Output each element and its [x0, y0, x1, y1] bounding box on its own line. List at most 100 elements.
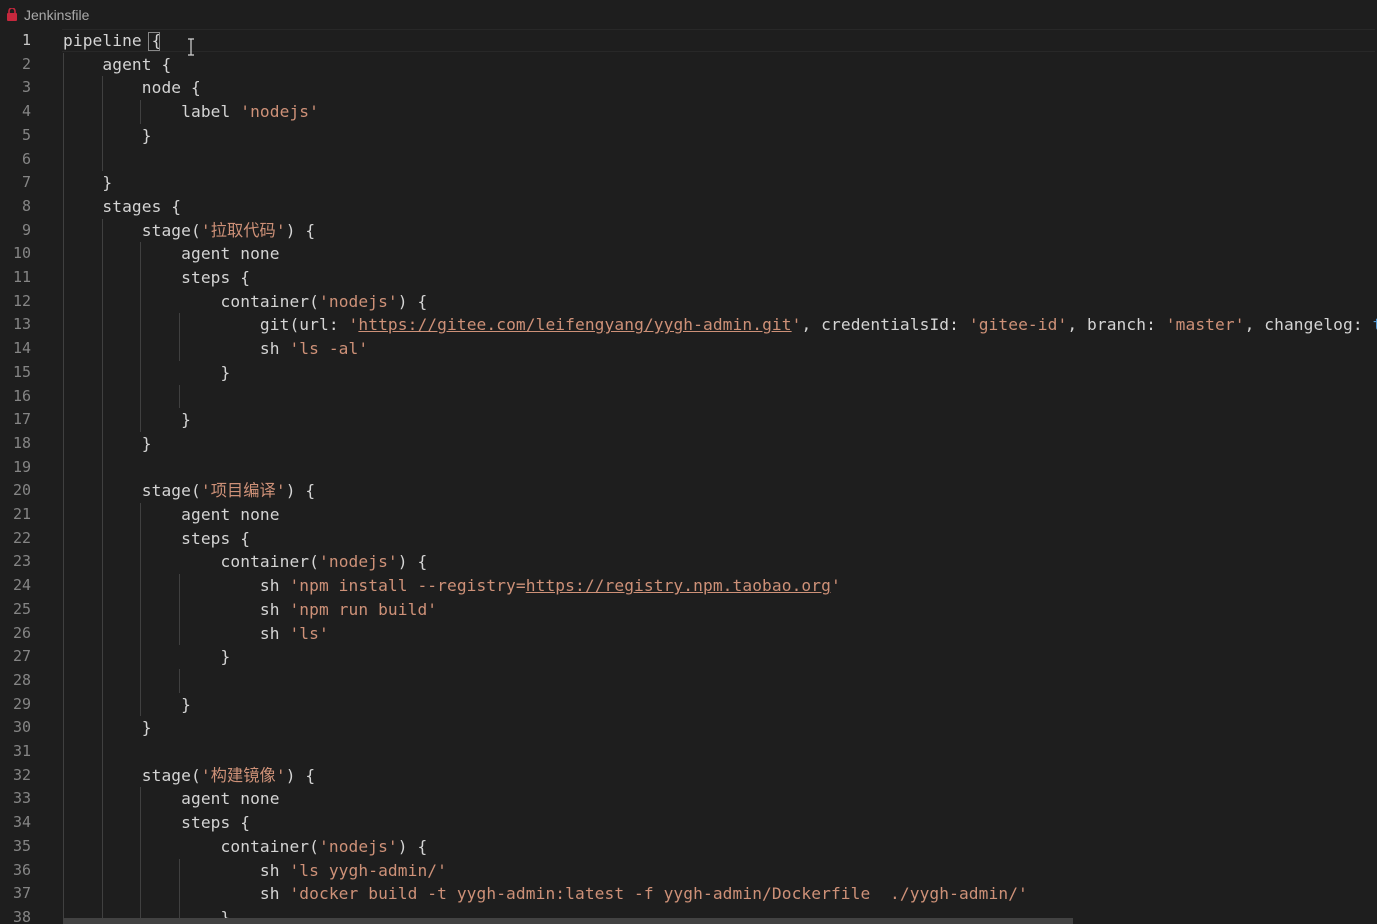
- code-line[interactable]: 14 sh 'ls -al': [0, 337, 1377, 361]
- code-line[interactable]: 5 }: [0, 124, 1377, 148]
- code-text[interactable]: sh 'ls yygh-admin/': [63, 859, 447, 883]
- code-line[interactable]: 34 steps {: [0, 811, 1377, 835]
- code-line[interactable]: 29 }: [0, 693, 1377, 717]
- code-text[interactable]: stage('构建镜像') {: [63, 764, 315, 788]
- code-text[interactable]: steps {: [63, 811, 250, 835]
- code-line[interactable]: 4 label 'nodejs': [0, 100, 1377, 124]
- line-number: 24: [12, 576, 31, 595]
- horizontal-scrollbar[interactable]: [63, 918, 1073, 924]
- code-line[interactable]: 32 stage('构建镜像') {: [0, 764, 1377, 788]
- code-token: }: [63, 410, 191, 430]
- line-number: 5: [21, 125, 31, 144]
- code-token: sh: [63, 860, 290, 880]
- code-text[interactable]: }: [63, 124, 152, 148]
- line-number: 29: [12, 694, 31, 713]
- code-text[interactable]: }: [63, 693, 191, 717]
- code-text[interactable]: }: [63, 432, 152, 456]
- code-token: sh: [63, 623, 290, 643]
- code-text[interactable]: sh 'npm run build': [63, 598, 437, 622]
- code-line[interactable]: 23 container('nodejs') {: [0, 550, 1377, 574]
- code-text[interactable]: agent none: [63, 787, 280, 811]
- code-text[interactable]: node {: [63, 76, 201, 100]
- code-token: }: [63, 694, 191, 714]
- code-token: 'nodejs': [319, 836, 398, 856]
- code-text[interactable]: pipeline {: [63, 29, 161, 53]
- code-text[interactable]: sh 'docker build -t yygh-admin:latest -f…: [63, 882, 1028, 906]
- code-text[interactable]: stages {: [63, 195, 181, 219]
- code-text[interactable]: sh 'npm install --registry=https://regis…: [63, 574, 841, 598]
- code-link[interactable]: https://gitee.com/leifengyang/yygh-admin…: [358, 315, 791, 334]
- code-text[interactable]: steps {: [63, 266, 250, 290]
- code-line[interactable]: 10 agent none: [0, 242, 1377, 266]
- code-line[interactable]: 8 stages {: [0, 195, 1377, 219]
- code-token: 'npm install --registry=: [289, 576, 526, 596]
- code-text[interactable]: }: [63, 361, 231, 385]
- code-line[interactable]: 28: [0, 669, 1377, 693]
- code-line[interactable]: 9 stage('拉取代码') {: [0, 219, 1377, 243]
- line-number: 25: [12, 599, 31, 618]
- code-text[interactable]: container('nodejs') {: [63, 835, 428, 859]
- code-line[interactable]: 31: [0, 740, 1377, 764]
- code-token: agent none: [63, 244, 280, 264]
- code-line[interactable]: 11 steps {: [0, 266, 1377, 290]
- code-line[interactable]: 1 pipeline {: [0, 29, 1377, 53]
- code-token: stages {: [63, 196, 182, 216]
- code-editor[interactable]: 1 pipeline {2 agent {3 node {4 label 'nod…: [0, 29, 1377, 924]
- breadcrumb: Jenkinsfile: [0, 0, 1377, 29]
- code-line[interactable]: 15 }: [0, 361, 1377, 385]
- line-number: 16: [12, 386, 31, 405]
- code-token: '拉取代码': [200, 220, 286, 240]
- code-text[interactable]: git(url: 'https://gitee.com/leifengyang/…: [63, 313, 1377, 337]
- code-line[interactable]: 18 }: [0, 432, 1377, 456]
- code-line[interactable]: 24 sh 'npm install --registry=https://re…: [0, 574, 1377, 598]
- code-line[interactable]: 25 sh 'npm run build': [0, 598, 1377, 622]
- code-line[interactable]: 6: [0, 148, 1377, 172]
- code-line[interactable]: 22 steps {: [0, 527, 1377, 551]
- code-token: sh: [63, 576, 290, 596]
- code-link[interactable]: https://registry.npm.taobao.org: [526, 576, 831, 595]
- code-text[interactable]: container('nodejs') {: [63, 550, 428, 574]
- code-text[interactable]: agent none: [63, 242, 280, 266]
- code-text[interactable]: }: [63, 408, 191, 432]
- code-line[interactable]: 27 }: [0, 645, 1377, 669]
- code-line[interactable]: 26 sh 'ls': [0, 622, 1377, 646]
- code-text[interactable]: sh 'ls': [63, 622, 329, 646]
- code-text[interactable]: stage('拉取代码') {: [63, 219, 315, 243]
- code-text[interactable]: agent none: [63, 503, 280, 527]
- code-text[interactable]: }: [63, 716, 152, 740]
- code-line[interactable]: 7 }: [0, 171, 1377, 195]
- code-line[interactable]: 36 sh 'ls yygh-admin/': [0, 859, 1377, 883]
- line-number: 1: [21, 31, 31, 49]
- code-line[interactable]: 21 agent none: [0, 503, 1377, 527]
- code-token: 'nodejs': [319, 291, 398, 311]
- code-line[interactable]: 2 agent {: [0, 53, 1377, 77]
- code-line[interactable]: 17 }: [0, 408, 1377, 432]
- code-token: ) {: [285, 765, 316, 785]
- code-line[interactable]: 30 }: [0, 716, 1377, 740]
- breadcrumb-filename[interactable]: Jenkinsfile: [24, 7, 89, 23]
- code-token: , branch:: [1067, 315, 1166, 335]
- bracket-match-highlight: [148, 32, 160, 51]
- code-line[interactable]: 35 container('nodejs') {: [0, 835, 1377, 859]
- code-text[interactable]: label 'nodejs': [63, 100, 319, 124]
- code-line[interactable]: 12 container('nodejs') {: [0, 290, 1377, 314]
- line-number: 17: [12, 410, 31, 429]
- code-line[interactable]: 37 sh 'docker build -t yygh-admin:latest…: [0, 882, 1377, 906]
- code-text[interactable]: }: [63, 645, 231, 669]
- code-line[interactable]: 16: [0, 385, 1377, 409]
- code-text[interactable]: }: [63, 171, 112, 195]
- code-text[interactable]: sh 'ls -al': [63, 337, 368, 361]
- code-line[interactable]: 20 stage('项目编译') {: [0, 479, 1377, 503]
- code-line[interactable]: 19: [0, 456, 1377, 480]
- code-token: ': [830, 576, 841, 596]
- code-text[interactable]: container('nodejs') {: [63, 290, 428, 314]
- code-line[interactable]: 13 git(url: 'https://gitee.com/leifengya…: [0, 313, 1377, 337]
- code-text[interactable]: agent {: [63, 53, 171, 77]
- code-token: 'nodejs': [240, 102, 319, 122]
- code-text[interactable]: stage('项目编译') {: [63, 479, 315, 503]
- code-line[interactable]: 33 agent none: [0, 787, 1377, 811]
- code-token: 'gitee-id': [968, 315, 1068, 335]
- code-line[interactable]: 3 node {: [0, 76, 1377, 100]
- code-text[interactable]: steps {: [63, 527, 250, 551]
- code-token: 'ls': [289, 623, 329, 643]
